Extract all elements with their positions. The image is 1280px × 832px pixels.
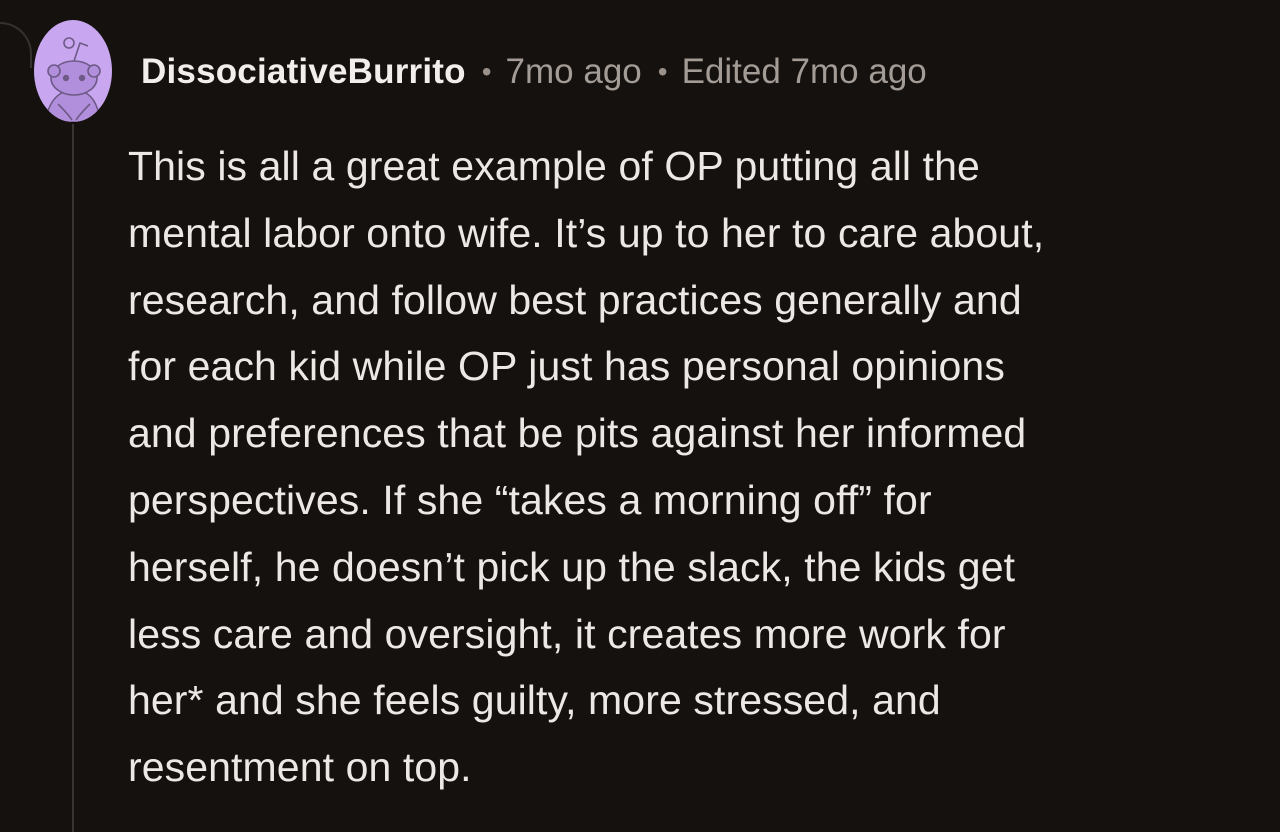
comment-body-line: resentment on top. xyxy=(128,744,472,791)
username-link[interactable]: DissociativeBurrito xyxy=(141,50,466,94)
snoo-avatar-icon[interactable] xyxy=(34,16,112,122)
comment-body-line: perspectives. If she “takes a morning of… xyxy=(128,476,932,523)
thread-connector xyxy=(0,22,32,68)
comment-body-line: mental labor onto wife. It’s up to her t… xyxy=(128,209,1045,256)
comment-body-line: research, and follow best practices gene… xyxy=(128,276,1022,323)
comment-meta: DissociativeBurrito • 7mo ago • Edited 7… xyxy=(141,50,927,94)
comment: DissociativeBurrito • 7mo ago • Edited 7… xyxy=(0,0,1280,832)
meta-separator: • xyxy=(481,56,492,87)
comment-body-line: and preferences that be pits against her… xyxy=(128,410,1027,457)
edited-timestamp: Edited 7mo ago xyxy=(681,52,927,91)
thread-line[interactable] xyxy=(72,124,74,832)
comment-body-line: This is all a great example of OP puttin… xyxy=(128,143,980,189)
meta-separator: • xyxy=(657,56,668,87)
comment-timestamp[interactable]: 7mo ago xyxy=(506,50,642,94)
comment-body-line: for each kid while OP just has personal … xyxy=(128,343,1005,390)
comment-body-line: her* and she feels guilty, more stressed… xyxy=(128,677,941,724)
comment-body: This is all a great example of OP puttin… xyxy=(128,133,1248,801)
comment-body-line: herself, he doesn’t pick up the slack, t… xyxy=(128,543,1016,590)
comment-body-line: less care and oversight, it creates more… xyxy=(128,610,1006,657)
